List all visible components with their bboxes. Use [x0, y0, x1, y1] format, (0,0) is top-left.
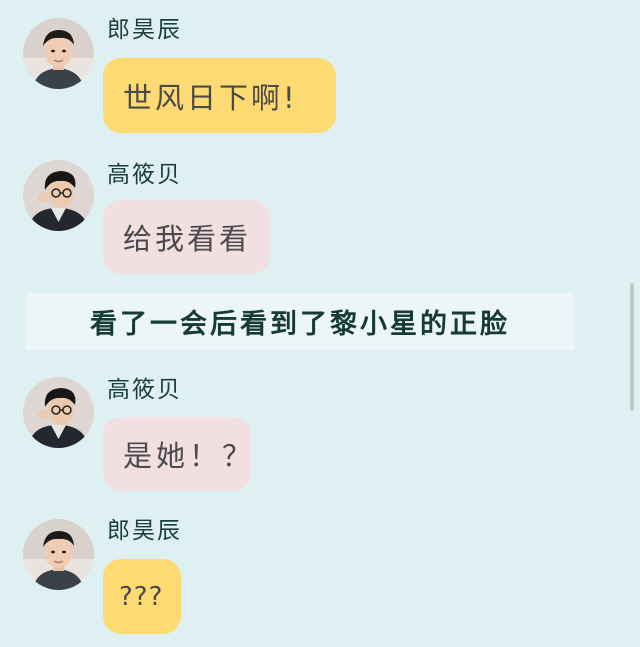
message-text: 是她！？ — [123, 439, 256, 473]
avatar-gao-xiaobei[interactable] — [23, 160, 94, 231]
message-text: ??? — [119, 581, 164, 612]
avatar-glasses-icon — [23, 160, 94, 231]
scrollbar-thumb[interactable] — [630, 283, 634, 411]
avatar-glasses-icon — [23, 377, 94, 448]
message-bubble[interactable]: ??? — [103, 559, 181, 634]
avatar-lang-haochen[interactable] — [23, 519, 94, 590]
narration-caption: 看了一会后看到了黎小星的正脸 — [26, 293, 574, 350]
sender-name: 郎昊辰 — [107, 17, 182, 43]
avatar-lang-haochen[interactable] — [23, 18, 94, 89]
avatar-male-icon — [23, 18, 94, 89]
message-bubble[interactable]: 世风日下啊! — [103, 58, 336, 133]
message-text: 给我看看 — [123, 222, 252, 256]
avatar-male-icon — [23, 519, 94, 590]
message-bubble[interactable]: 是她！？ — [103, 417, 251, 491]
sender-name: 高筱贝 — [107, 377, 182, 403]
sender-name: 高筱贝 — [107, 162, 182, 188]
avatar-gao-xiaobei[interactable] — [23, 377, 94, 448]
message-bubble[interactable]: 给我看看 — [103, 200, 270, 274]
sender-name: 郎昊辰 — [107, 518, 182, 544]
message-text: 世风日下啊! — [123, 80, 298, 115]
